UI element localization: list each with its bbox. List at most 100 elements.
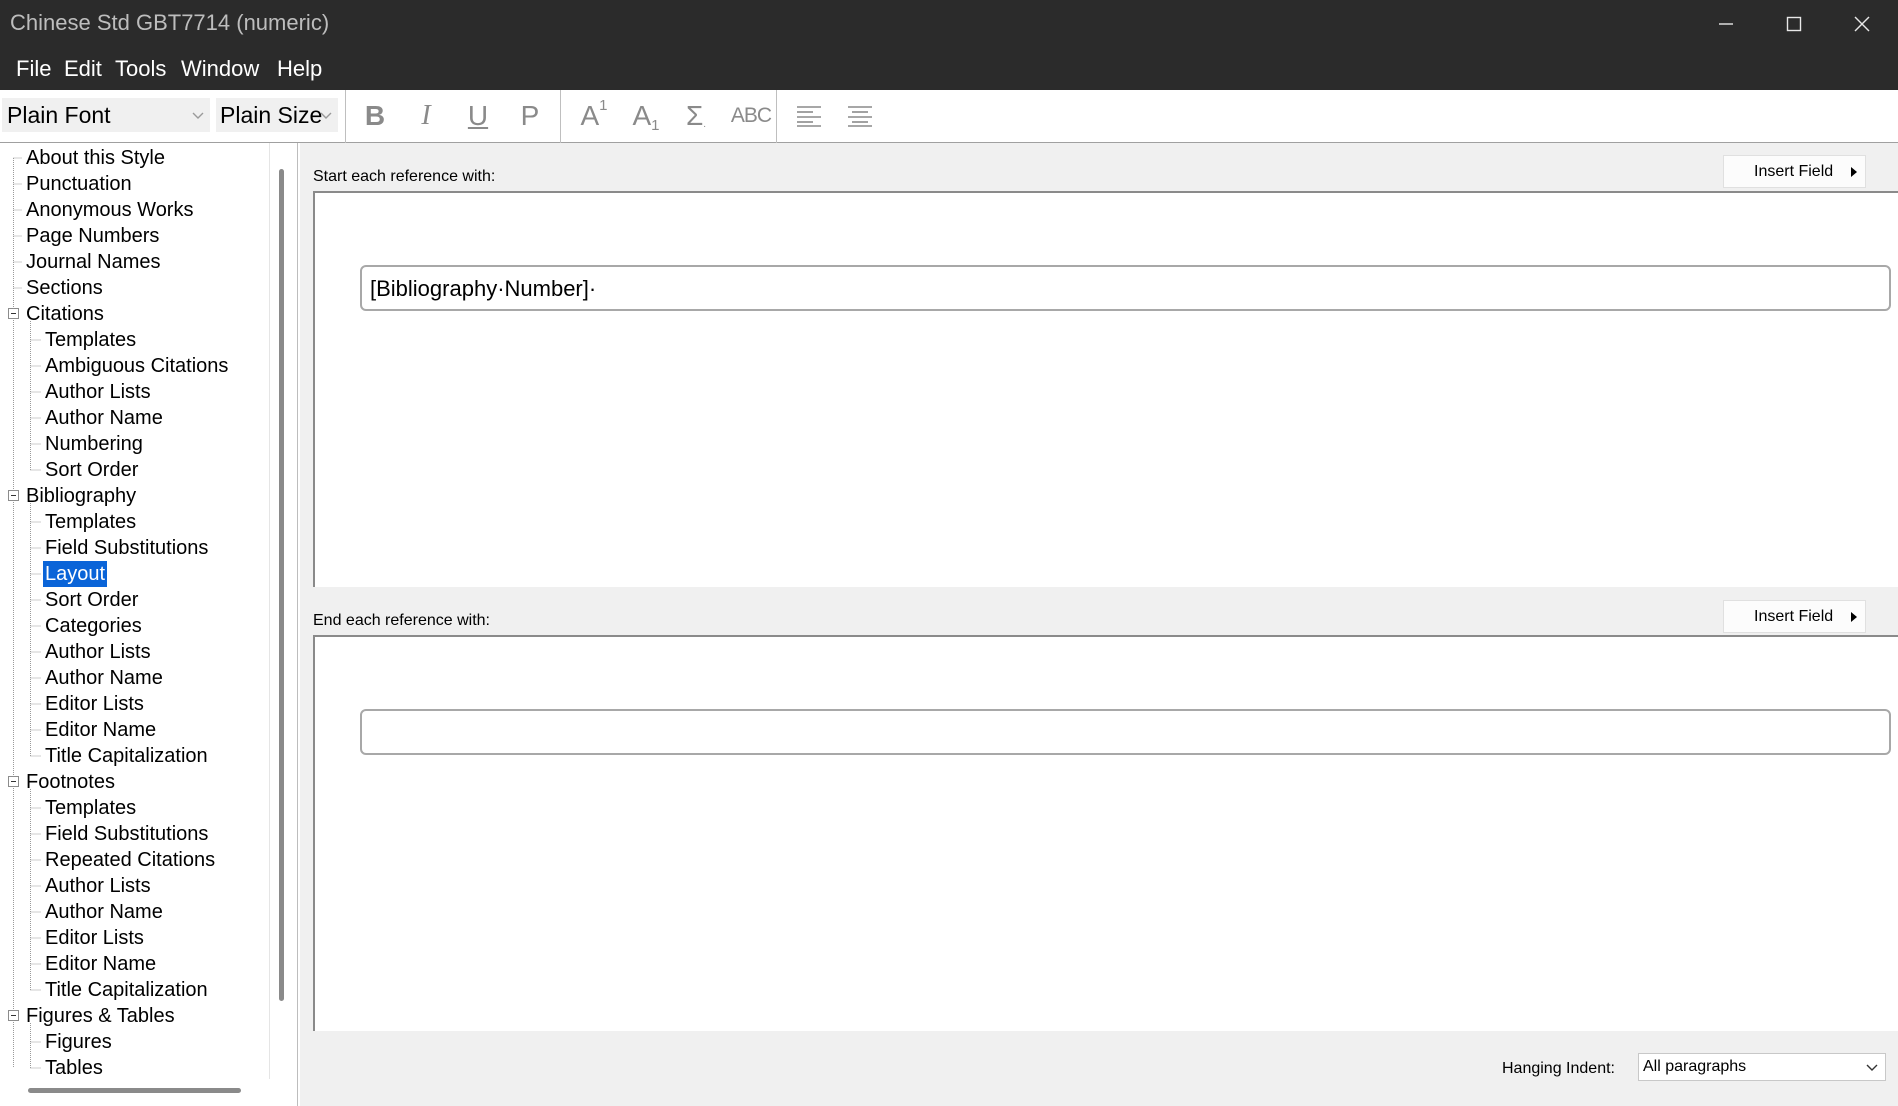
tree-item-ambiguous-citations[interactable]: Ambiguous Citations xyxy=(43,353,230,379)
menu-tools[interactable]: Tools xyxy=(115,56,166,82)
tree-item-author-lists[interactable]: Author Lists xyxy=(43,379,153,405)
tree-item-author-lists[interactable]: Author Lists xyxy=(43,639,153,665)
tree-item-footnotes[interactable]: Footnotes xyxy=(24,769,117,795)
maximize-icon xyxy=(1786,16,1802,32)
start-reference-editor[interactable]: [Bibliography·Number]· xyxy=(313,191,1898,587)
close-icon xyxy=(1854,16,1870,32)
format-toolbar: Plain Font Plain Size B I U P A1 A1 Σ. A… xyxy=(0,90,1898,143)
subscript-letter: A xyxy=(632,100,652,131)
plain-button[interactable]: P xyxy=(510,96,550,136)
tree-item-editor-name[interactable]: Editor Name xyxy=(43,951,158,977)
window-title: Chinese Std GBT7714 (numeric) xyxy=(10,10,330,35)
tree-view: About this Style Punctuation Anonymous Wor… xyxy=(0,143,270,1079)
align-left-button[interactable] xyxy=(789,96,829,136)
tree-item-editor-name[interactable]: Editor Name xyxy=(43,717,158,743)
collapse-icon[interactable] xyxy=(8,1010,19,1021)
hanging-indent-select[interactable]: All paragraphs xyxy=(1638,1053,1886,1081)
font-select-value: Plain Font xyxy=(7,102,111,128)
caret-right-icon xyxy=(1851,612,1857,622)
collapse-icon[interactable] xyxy=(8,308,19,319)
chevron-down-icon xyxy=(1866,1064,1878,1071)
align-center-icon xyxy=(848,106,872,127)
vertical-scrollbar-thumb[interactable] xyxy=(279,169,284,1001)
tree-item-templates[interactable]: Templates xyxy=(43,795,138,821)
tree-item-author-lists[interactable]: Author Lists xyxy=(43,873,153,899)
tree-item-numbering[interactable]: Numbering xyxy=(43,431,145,457)
collapse-icon[interactable] xyxy=(8,776,19,787)
menu-file[interactable]: File xyxy=(16,56,51,82)
symbol-dot: . xyxy=(703,118,707,130)
start-reference-label: Start each reference with: xyxy=(313,168,496,185)
tree-item-title-capitalization[interactable]: Title Capitalization xyxy=(43,743,210,769)
tree-item-templates[interactable]: Templates xyxy=(43,509,138,535)
superscript-digit: 1 xyxy=(599,96,608,114)
maximize-button[interactable] xyxy=(1760,0,1828,48)
tree-item-author-name[interactable]: Author Name xyxy=(43,665,165,691)
tree-item-journal-names[interactable]: Journal Names xyxy=(24,249,163,275)
tree-item-author-name[interactable]: Author Name xyxy=(43,405,165,431)
tree-item-page-numbers[interactable]: Page Numbers xyxy=(24,223,161,249)
insert-field-button-end[interactable]: Insert Field xyxy=(1723,600,1866,633)
tree-item-templates[interactable]: Templates xyxy=(43,327,138,353)
end-reference-field[interactable] xyxy=(360,709,1891,755)
chevron-down-icon xyxy=(320,112,332,119)
layout-editor: Start each reference with: Insert Field … xyxy=(300,143,1898,1106)
subscript-button[interactable]: A1 xyxy=(626,96,666,136)
tree-item-tables[interactable]: Tables xyxy=(43,1055,105,1081)
superscript-button[interactable]: A1 xyxy=(574,96,614,136)
caret-right-icon xyxy=(1851,167,1857,177)
tree-item-bibliography[interactable]: Bibliography xyxy=(24,483,138,509)
tree-item-about-this-style[interactable]: About this Style xyxy=(24,145,167,171)
tree-item-sort-order[interactable]: Sort Order xyxy=(43,457,140,483)
superscript-letter: A xyxy=(580,100,600,131)
tree-item-editor-lists[interactable]: Editor Lists xyxy=(43,925,146,951)
insert-field-button-start[interactable]: Insert Field xyxy=(1723,155,1866,188)
size-select[interactable]: Plain Size xyxy=(216,98,338,132)
hanging-indent-value: All paragraphs xyxy=(1643,1058,1747,1075)
size-select-value: Plain Size xyxy=(220,102,323,128)
toolbar-separator xyxy=(560,90,561,143)
toolbar-separator xyxy=(345,90,346,143)
tree-item-field-substitutions[interactable]: Field Substitutions xyxy=(43,535,210,561)
start-reference-field[interactable]: [Bibliography·Number]· xyxy=(360,265,1891,311)
tree-item-figures-tables[interactable]: Figures & Tables xyxy=(24,1003,177,1029)
tree-item-citations[interactable]: Citations xyxy=(24,301,106,327)
menu-bar: File Edit Tools Window Help xyxy=(0,48,1898,90)
style-section-tree: About this Style Punctuation Anonymous Wor… xyxy=(0,143,298,1106)
subscript-digit: 1 xyxy=(651,116,660,134)
sigma-icon: Σ xyxy=(685,100,704,131)
tree-item-title-capitalization[interactable]: Title Capitalization xyxy=(43,977,210,1003)
tree-item-figures[interactable]: Figures xyxy=(43,1029,114,1055)
tree-item-repeated-citations[interactable]: Repeated Citations xyxy=(43,847,217,873)
tree-item-anonymous-works[interactable]: Anonymous Works xyxy=(24,197,195,223)
horizontal-scrollbar-thumb[interactable] xyxy=(28,1088,241,1093)
small-caps-button[interactable]: ABC xyxy=(726,96,776,136)
align-center-button[interactable] xyxy=(840,96,880,136)
tree-item-categories[interactable]: Categories xyxy=(43,613,144,639)
end-reference-label: End each reference with: xyxy=(313,612,490,629)
hanging-indent-label: Hanging Indent: xyxy=(1502,1060,1615,1077)
italic-button[interactable]: I xyxy=(406,96,446,136)
font-select[interactable]: Plain Font xyxy=(2,98,210,132)
tree-item-field-substitutions[interactable]: Field Substitutions xyxy=(43,821,210,847)
menu-edit[interactable]: Edit xyxy=(64,56,102,82)
end-reference-editor[interactable] xyxy=(313,635,1898,1031)
minimize-button[interactable] xyxy=(1692,0,1760,48)
tree-item-sort-order[interactable]: Sort Order xyxy=(43,587,140,613)
tree-item-punctuation[interactable]: Punctuation xyxy=(24,171,134,197)
collapse-icon[interactable] xyxy=(8,490,19,501)
menu-help[interactable]: Help xyxy=(277,56,322,82)
tree-item-author-name[interactable]: Author Name xyxy=(43,899,165,925)
menu-window[interactable]: Window xyxy=(181,56,259,82)
insert-field-label: Insert Field xyxy=(1754,163,1834,180)
tree-item-sections[interactable]: Sections xyxy=(24,275,105,301)
underline-button[interactable]: U xyxy=(458,96,498,136)
toolbar-separator xyxy=(776,90,777,143)
start-reference-value: [Bibliography·Number]· xyxy=(370,276,597,301)
bold-button[interactable]: B xyxy=(355,96,395,136)
close-button[interactable] xyxy=(1828,0,1896,48)
symbol-button[interactable]: Σ. xyxy=(676,96,716,136)
tree-item-layout[interactable]: Layout xyxy=(43,561,108,587)
insert-field-label: Insert Field xyxy=(1754,608,1834,625)
tree-item-editor-lists[interactable]: Editor Lists xyxy=(43,691,146,717)
